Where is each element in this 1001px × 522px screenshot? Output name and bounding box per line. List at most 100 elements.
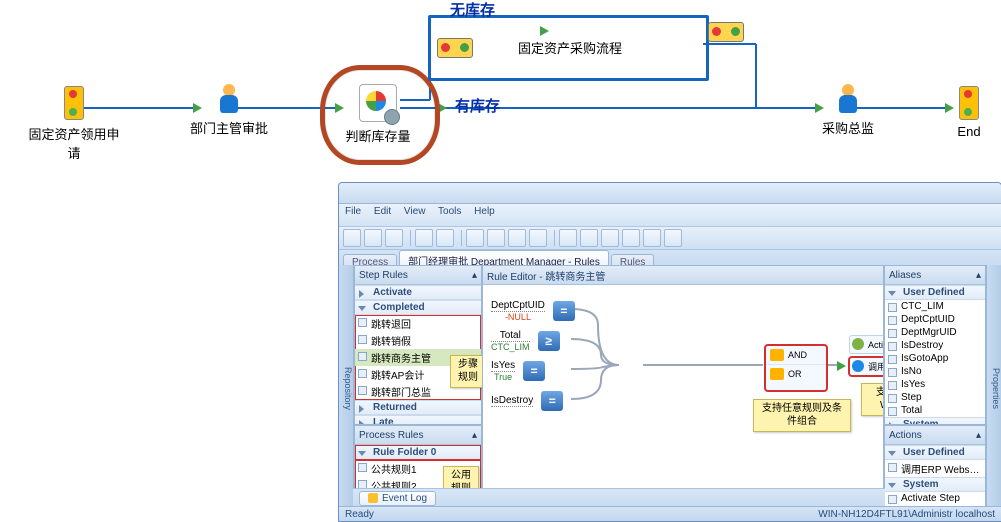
logic-or[interactable]: OR	[766, 365, 826, 383]
toolbar-separator	[461, 230, 462, 246]
toolbar-button[interactable]	[559, 229, 577, 247]
group-user-defined[interactable]: User Defined	[885, 285, 985, 300]
group-completed[interactable]: Completed	[355, 300, 481, 315]
ws-note: 支持后续动作及调用Webservice及代码	[861, 383, 883, 416]
rule-editor-canvas[interactable]: DeptCptUID -NULL = Total CTC_LIM ≥ IsYes…	[483, 285, 883, 506]
toolbar-button[interactable]	[343, 229, 361, 247]
rule-condition[interactable]: IsDestroy =	[491, 387, 563, 415]
toolbar-button[interactable]	[508, 229, 526, 247]
step-rules-note: 步骤规则	[450, 355, 486, 388]
panel-header: Rule Editor - 跳转商务主管	[483, 266, 883, 285]
operator-equals-icon[interactable]: =	[523, 361, 545, 381]
rule-editor-title: Rule Editor - 跳转商务主管	[487, 268, 605, 283]
collapse-icon[interactable]: ▴	[472, 430, 477, 441]
menu-edit[interactable]: Edit	[374, 206, 391, 217]
actions-panel: Actions▴ User Defined 调用ERP Webse... Sys…	[884, 425, 986, 519]
collapse-icon[interactable]: ▴	[472, 270, 477, 281]
aliases-body: User Defined CTC_LIM DeptCptUID DeptMgrU…	[885, 285, 985, 424]
collapse-icon[interactable]: ▴	[976, 430, 981, 441]
rule-item[interactable]: 跳转销假	[355, 332, 481, 349]
menu-help[interactable]: Help	[474, 206, 495, 217]
alias-item[interactable]: IsDestroy	[885, 339, 985, 352]
subflow-label-node: 固定资产采购流程	[500, 38, 640, 57]
rule-folder[interactable]: Rule Folder 0	[355, 445, 481, 460]
toolbar-button[interactable]	[364, 229, 382, 247]
group-system[interactable]: System	[885, 477, 985, 492]
group-user-defined[interactable]: User Defined	[885, 445, 985, 460]
status-right: WIN-NH12D4FTL91\Administr localhost	[818, 509, 995, 520]
rule-condition[interactable]: IsYes True =	[491, 357, 545, 385]
logic-group[interactable]: AND OR	[765, 345, 827, 391]
toolbar-button[interactable]	[601, 229, 619, 247]
group-system[interactable]: System	[885, 417, 985, 424]
menu-file[interactable]: File	[345, 206, 361, 217]
toolbar-button[interactable]	[529, 229, 547, 247]
group-returned[interactable]: Returned	[355, 400, 481, 415]
panel-header: Step Rules▴	[355, 266, 481, 285]
toolbar-button[interactable]	[622, 229, 640, 247]
process-rules-title: Process Rules	[359, 430, 423, 441]
sidebar-properties[interactable]: Properties	[986, 265, 1001, 507]
sidebar-repository[interactable]: Repository	[339, 265, 354, 507]
alias-item[interactable]: IsGotoApp	[885, 352, 985, 365]
toolbar-button[interactable]	[385, 229, 403, 247]
group-activate[interactable]: Activate	[355, 285, 481, 300]
toolbar-button[interactable]	[643, 229, 661, 247]
group-late[interactable]: Late	[355, 415, 481, 424]
rule-condition[interactable]: Total CTC_LIM ≥	[491, 327, 560, 355]
folder-icon	[770, 349, 784, 361]
center-column: Rule Editor - 跳转商务主管 DeptCptUID -NULL	[482, 265, 884, 507]
operator-equals-icon[interactable]: =	[541, 391, 563, 411]
left-column: Step Rules▴ Activate Completed 跳转退回 跳转销假…	[354, 265, 482, 507]
status-left: Ready	[345, 509, 374, 520]
collapse-icon[interactable]: ▴	[976, 270, 981, 281]
rule-item[interactable]: 跳转退回	[355, 315, 481, 332]
alias-item[interactable]: Total	[885, 404, 985, 417]
person-icon	[218, 84, 240, 114]
toolbar-separator	[410, 230, 411, 246]
panel-header: Process Rules ▴	[355, 426, 481, 445]
alias-item[interactable]: DeptCptUID	[885, 313, 985, 326]
field-label: IsYes	[491, 360, 515, 372]
step-rules-panel: Step Rules▴ Activate Completed 跳转退回 跳转销假…	[354, 265, 482, 425]
start-label: 固定资产领用申请	[24, 124, 124, 162]
action-activate-step[interactable]: Activate Step (商务主管审批 Business Leader)	[849, 335, 883, 354]
action-item[interactable]: 调用ERP Webse...	[885, 460, 985, 477]
purchasing-node: 采购总监	[808, 84, 888, 137]
no-stock-label: 无库存	[450, 0, 495, 20]
statusbar: Ready WIN-NH12D4FTL91\Administr localhos…	[339, 506, 1001, 521]
traffic-light-icon	[708, 22, 744, 42]
end-node: End	[944, 86, 994, 139]
toolbar-button[interactable]	[436, 229, 454, 247]
alias-item[interactable]: IsYes	[885, 378, 985, 391]
alias-item[interactable]: CTC_LIM	[885, 300, 985, 313]
alias-item[interactable]: DeptMgrUID	[885, 326, 985, 339]
tab-event-log[interactable]: Event Log	[359, 491, 436, 506]
toolbar-button[interactable]	[415, 229, 433, 247]
menu-tools[interactable]: Tools	[438, 206, 461, 217]
field-value: -NULL	[491, 312, 545, 322]
subflow-label: 固定资产采购流程	[500, 38, 640, 57]
right-column: Aliases▴ User Defined CTC_LIM DeptCptUID…	[884, 265, 986, 507]
start-node: 固定资产领用申请	[24, 86, 124, 162]
menubar[interactable]: File Edit View Tools Help	[339, 204, 1001, 227]
operator-gte-icon[interactable]: ≥	[538, 331, 560, 351]
toolbar-button[interactable]	[487, 229, 505, 247]
folder-icon	[770, 368, 784, 380]
panel-header: Actions▴	[885, 426, 985, 445]
alias-item[interactable]: IsNo	[885, 365, 985, 378]
has-stock-label: 有库存	[455, 95, 500, 116]
logic-and[interactable]: AND	[766, 346, 826, 365]
toolbar-button[interactable]	[466, 229, 484, 247]
globe-icon	[852, 360, 864, 372]
action-item[interactable]: Activate Step	[885, 492, 985, 505]
action-erp-webservice[interactable]: 调用ERP Webservice	[849, 357, 883, 376]
operator-equals-icon[interactable]: =	[553, 301, 575, 321]
footer-tabs: Event Log	[353, 488, 885, 507]
menu-view[interactable]: View	[404, 206, 426, 217]
rule-condition[interactable]: DeptCptUID -NULL =	[491, 297, 575, 325]
toolbar-button[interactable]	[580, 229, 598, 247]
ide-body: Repository Step Rules▴ Activate Complete…	[339, 265, 1001, 507]
alias-item[interactable]: Step	[885, 391, 985, 404]
toolbar-button[interactable]	[664, 229, 682, 247]
